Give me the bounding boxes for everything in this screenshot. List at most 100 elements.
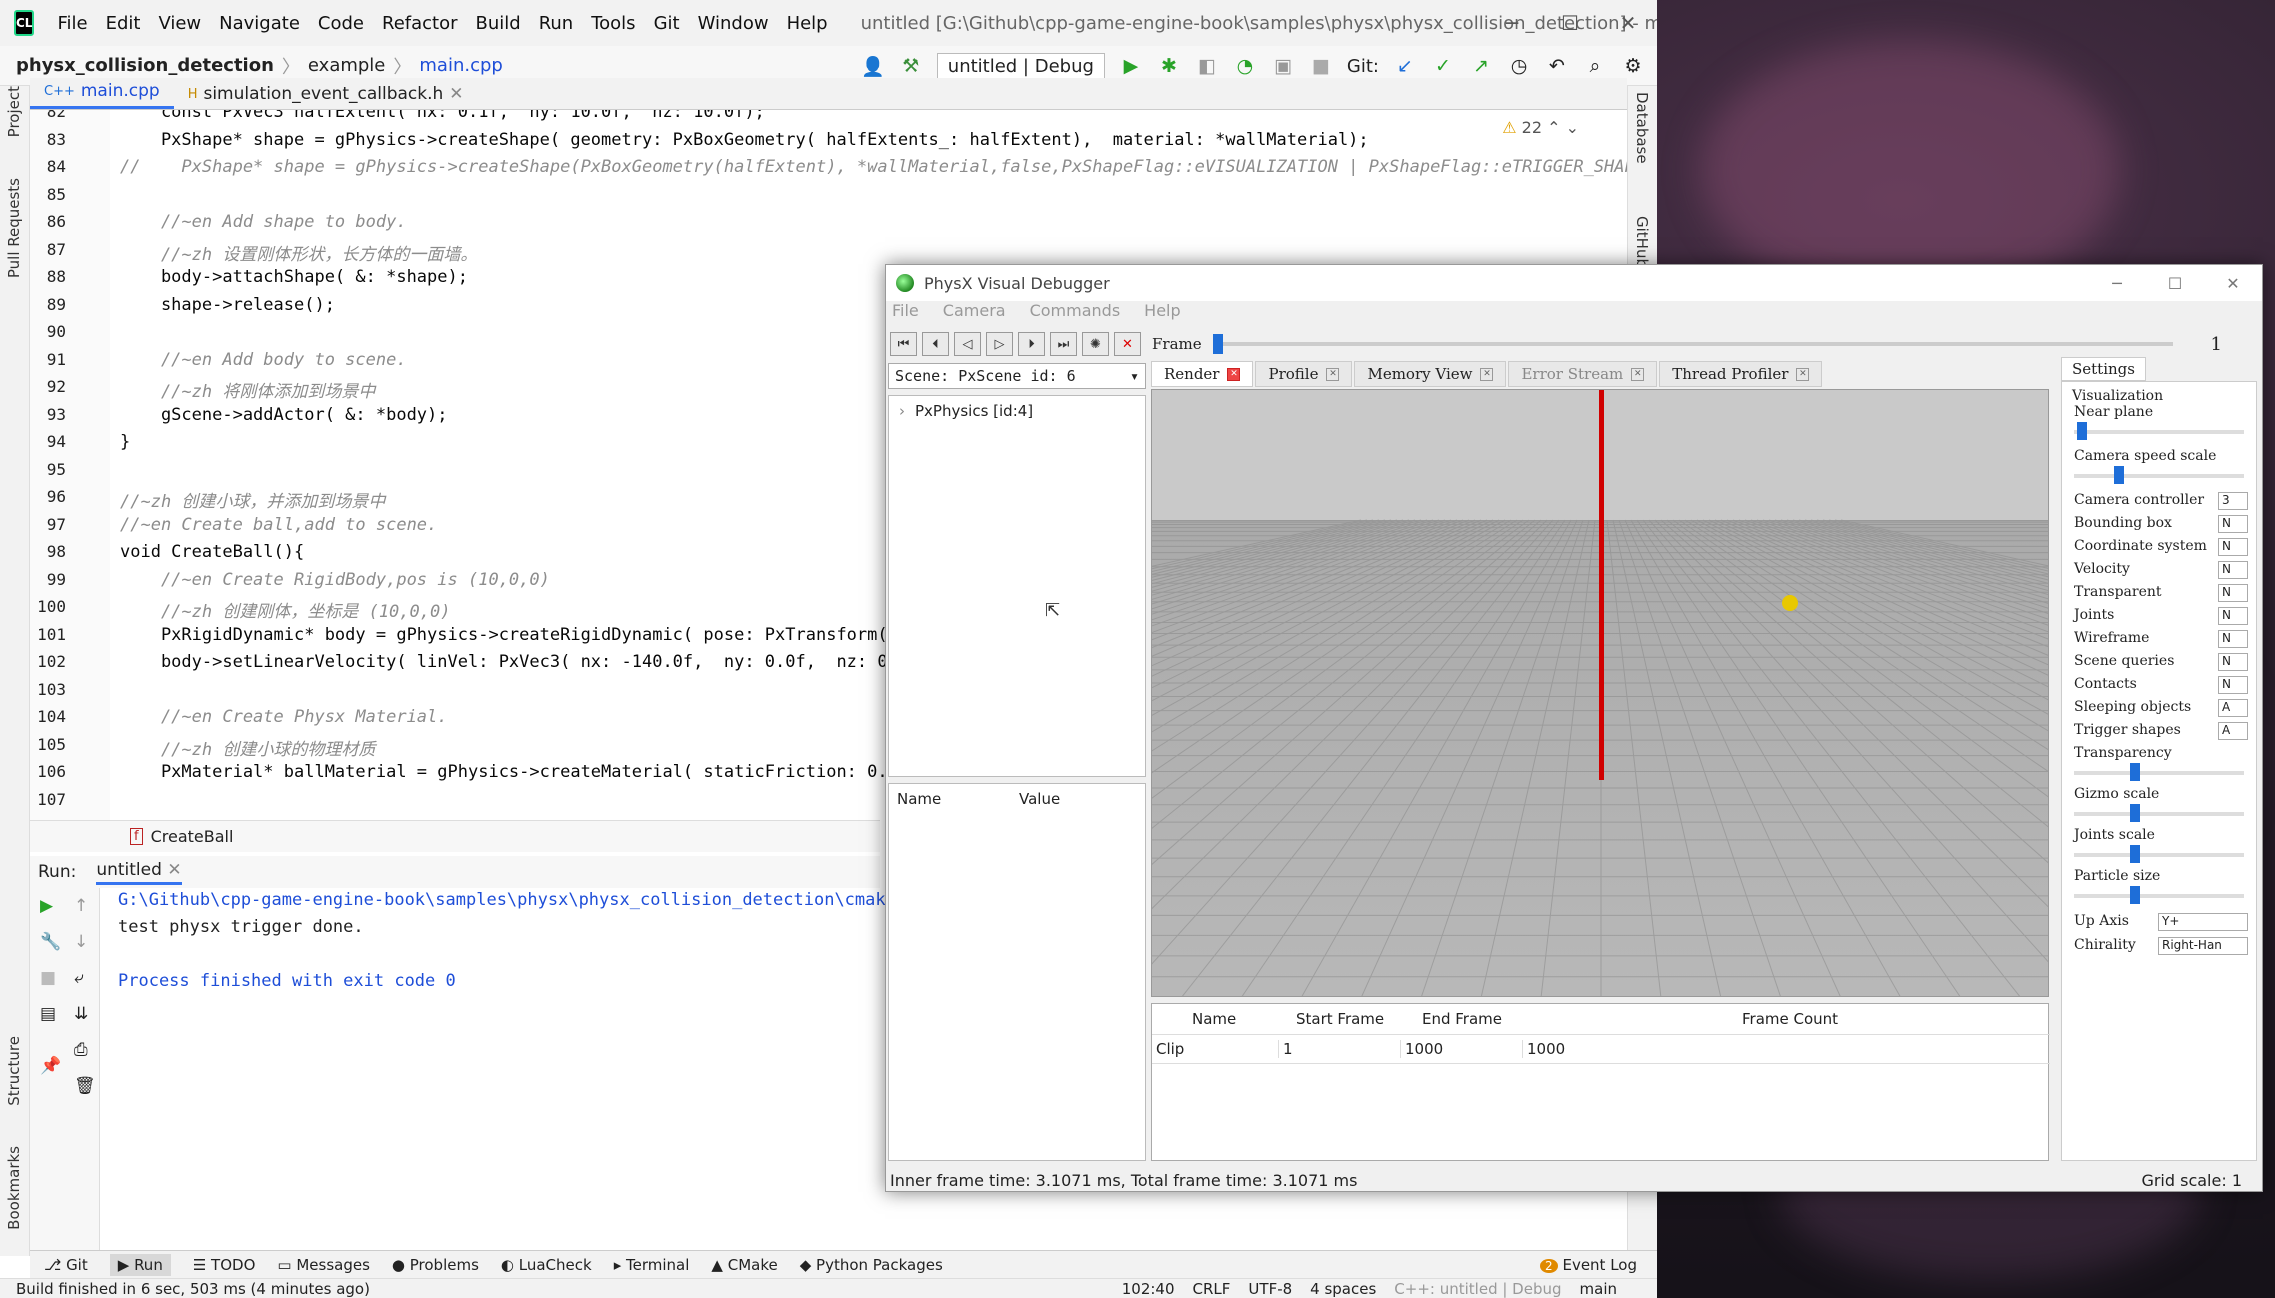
setting-slider[interactable]	[2074, 845, 2244, 863]
code-line[interactable]: //~zh 将刚体添加到场景中	[120, 377, 375, 402]
setting-dropdown[interactable]: N	[2218, 630, 2248, 648]
tool-project[interactable]: Project	[5, 86, 23, 137]
maximize-icon[interactable]: ☐	[2146, 265, 2204, 301]
code-line[interactable]: //~zh 创建小球的物理材质	[120, 735, 375, 760]
setting-dropdown[interactable]: N	[2218, 561, 2248, 579]
bottom-tab-problems[interactable]: ● Problems	[392, 1256, 479, 1274]
arrow-down-icon[interactable]: ↓	[74, 932, 88, 952]
tool-database[interactable]: Database	[1633, 92, 1651, 164]
tab-memory-view[interactable]: Memory View ✕	[1354, 361, 1507, 387]
code-line[interactable]: // PxShape* shape = gPhysics->createShap…	[120, 157, 1627, 177]
tab-error-stream[interactable]: Error Stream ✕	[1508, 361, 1658, 387]
frame-slider-handle[interactable]	[1212, 334, 1223, 354]
coverage-icon[interactable]: ◧	[1195, 54, 1219, 78]
user-icon[interactable]: 👤	[861, 54, 885, 78]
pvd-menu-help[interactable]: Help	[1144, 301, 1180, 327]
close-icon[interactable]: ✕	[1631, 367, 1645, 381]
code-line[interactable]: gScene->addActor( &: *body);	[120, 405, 448, 425]
close-icon[interactable]: ✕	[1480, 367, 1494, 381]
menu-build[interactable]: Build	[467, 13, 530, 34]
setting-dropdown[interactable]: N	[2218, 538, 2248, 556]
code-line[interactable]: PxShape* shape = gPhysics->createShape( …	[120, 130, 1369, 150]
history-icon[interactable]: ◷	[1507, 54, 1531, 78]
bottom-tab-cmake[interactable]: ▲ CMake	[711, 1256, 777, 1274]
tab-main-cpp[interactable]: C++ main.cpp	[30, 81, 174, 109]
function-breadcrumb[interactable]: f CreateBall	[30, 820, 880, 852]
step-back-icon[interactable]: ◁	[954, 332, 981, 356]
bottom-tab-messages[interactable]: ▭ Messages	[277, 1256, 370, 1274]
close-icon[interactable]: ✕	[2204, 265, 2262, 301]
code-line[interactable]: }	[120, 432, 130, 452]
breadcrumb-file[interactable]: main.cpp	[419, 55, 502, 76]
minimize-icon[interactable]: ─	[1483, 0, 1541, 46]
tab-settings[interactable]: Settings	[2061, 357, 2146, 381]
code-line[interactable]: PxMaterial* ballMaterial = gPhysics->cre…	[120, 762, 959, 782]
code-line[interactable]: body->setLinearVelocity( linVel: PxVec3(…	[120, 652, 949, 672]
breadcrumb-project[interactable]: physx_collision_detection	[0, 55, 274, 76]
tree-item-pxphysics[interactable]: › PxPhysics [id:4]	[899, 402, 1033, 420]
git-branch[interactable]: main	[1580, 1280, 1617, 1298]
pvd-menu-file[interactable]: File	[892, 301, 919, 327]
setting-slider[interactable]	[2074, 422, 2244, 440]
print-icon[interactable]: ⎙	[74, 1040, 88, 1060]
code-line[interactable]: //~en Create Physx Material.	[120, 707, 448, 727]
code-line[interactable]: //~en Create ball,add to scene.	[120, 515, 437, 535]
wrench-icon[interactable]: 🔧	[40, 932, 61, 952]
git-commit-icon[interactable]: ✓	[1431, 54, 1455, 78]
table-row[interactable]: Clip 1 1000 1000	[1152, 1034, 2050, 1064]
code-line[interactable]: void CreateBall(){	[120, 542, 304, 562]
step-forward-icon[interactable]: ⏵	[1018, 332, 1045, 356]
setting-slider[interactable]	[2074, 886, 2244, 904]
bottom-tab-run[interactable]: ▶ Run	[109, 1253, 171, 1276]
bottom-tab-git[interactable]: ⎇ Git	[44, 1256, 88, 1274]
bottom-tab-luacheck[interactable]: ◐ LuaCheck	[501, 1256, 592, 1274]
code-line[interactable]: //~en Add body to scene.	[120, 350, 407, 370]
setting-dropdown[interactable]: N	[2218, 584, 2248, 602]
menu-refactor[interactable]: Refactor	[373, 13, 467, 34]
play-icon[interactable]: ▷	[986, 332, 1013, 356]
setting-dropdown[interactable]: N	[2218, 607, 2248, 625]
code-line[interactable]: body->attachShape( &: *shape);	[120, 267, 468, 287]
code-line[interactable]: //~en Add shape to body.	[120, 212, 407, 232]
code-line[interactable]: PxRigidDynamic* body = gPhysics->createR…	[120, 625, 918, 645]
language-context[interactable]: C++: untitled | Debug	[1394, 1280, 1561, 1298]
code-line[interactable]: //~zh 创建刚体，坐标是 (10,0,0)	[120, 597, 451, 622]
layout-icon[interactable]: ▤	[40, 1004, 56, 1024]
menu-view[interactable]: View	[149, 13, 210, 34]
frame-slider[interactable]	[1212, 334, 2173, 354]
close-icon[interactable]: ✕	[1227, 367, 1241, 381]
line-separator[interactable]: CRLF	[1193, 1280, 1231, 1298]
last-frame-icon[interactable]: ⏭	[1050, 332, 1077, 356]
stop-icon[interactable]: ■	[1309, 54, 1333, 78]
rerun-icon[interactable]: ▶	[40, 896, 53, 916]
build-hammer-icon[interactable]: ⚒	[899, 54, 923, 78]
bottom-tab-terminal[interactable]: ▸ Terminal	[614, 1256, 690, 1274]
slider-handle[interactable]	[2130, 804, 2140, 822]
menu-edit[interactable]: Edit	[97, 13, 150, 34]
stop-icon[interactable]: ■	[40, 968, 56, 988]
close-icon[interactable]: ✕	[1599, 0, 1657, 46]
chevron-right-icon[interactable]: ›	[899, 402, 905, 420]
tool-bookmarks[interactable]: Bookmarks	[5, 1146, 23, 1230]
gear-icon[interactable]: ⚙	[1621, 54, 1645, 78]
rollback-icon[interactable]: ↶	[1545, 54, 1569, 78]
bottom-tab-python-packages[interactable]: ◆ Python Packages	[800, 1256, 943, 1274]
menu-navigate[interactable]: Navigate	[210, 13, 309, 34]
tool-structure[interactable]: Structure	[5, 1036, 23, 1106]
slider-handle[interactable]	[2130, 845, 2140, 863]
slider-handle[interactable]	[2130, 763, 2140, 781]
tab-profile[interactable]: Profile ✕	[1255, 361, 1353, 387]
setting-dropdown[interactable]: A	[2218, 722, 2248, 740]
debug-icon[interactable]: ✱	[1157, 54, 1181, 78]
chirality-select[interactable]: Right-Han	[2158, 937, 2248, 955]
code-line[interactable]: //~zh 创建小球，并添加到场景中	[120, 487, 385, 512]
pvd-menu-camera[interactable]: Camera	[943, 301, 1006, 327]
arrow-up-icon[interactable]: ↑	[74, 896, 88, 916]
first-frame-icon[interactable]: ⏮	[890, 332, 917, 356]
setting-dropdown[interactable]: 3	[2218, 492, 2248, 510]
scroll-to-end-icon[interactable]: ⇊	[74, 1004, 88, 1024]
menu-code[interactable]: Code	[309, 13, 373, 34]
bottom-tab-todo[interactable]: ☰ TODO	[193, 1256, 256, 1274]
setting-dropdown[interactable]: N	[2218, 676, 2248, 694]
code-line[interactable]: //~zh 设置刚体形状，长方体的一面墙。	[120, 240, 477, 265]
